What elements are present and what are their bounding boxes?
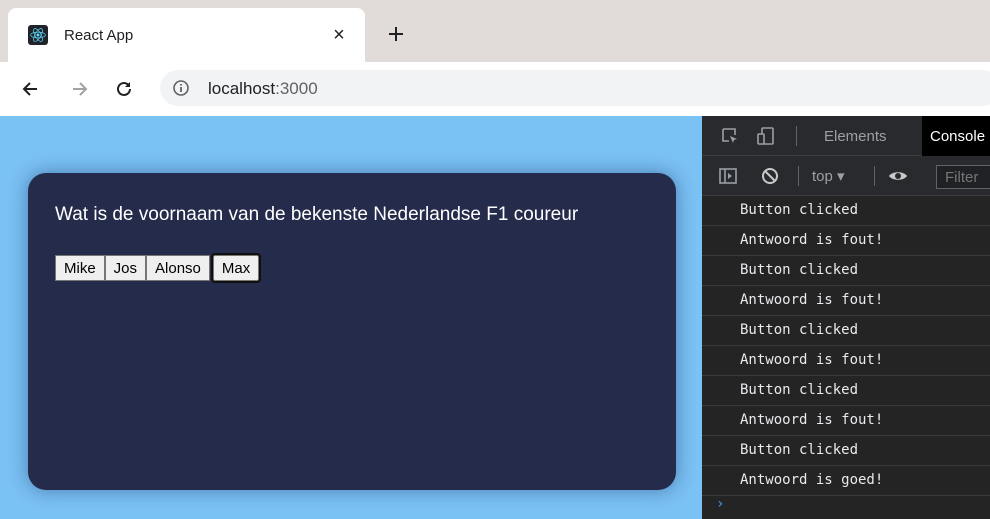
url-host: localhost bbox=[208, 79, 276, 98]
close-tab-icon[interactable]: × bbox=[326, 22, 352, 48]
answer-button-jos[interactable]: Jos bbox=[104, 255, 147, 281]
forward-arrow-icon[interactable] bbox=[66, 75, 94, 103]
answer-buttons: Mike Jos Alonso Max bbox=[55, 253, 262, 283]
devtools-separator bbox=[796, 126, 797, 146]
answer-button-alonso[interactable]: Alonso bbox=[146, 255, 210, 281]
context-selector[interactable]: top ▾ bbox=[812, 167, 845, 185]
console-message: Antwoord is fout! bbox=[702, 286, 990, 316]
back-arrow-icon[interactable] bbox=[16, 75, 44, 103]
quiz-question: Wat is de voornaam van de bekenste Neder… bbox=[55, 204, 579, 225]
console-message: Antwoord is fout! bbox=[702, 406, 990, 436]
url-text: localhost:3000 bbox=[208, 79, 318, 99]
tab-elements[interactable]: Elements bbox=[824, 128, 887, 145]
console-messages: Button clicked Antwoord is fout! Button … bbox=[702, 196, 990, 496]
device-toolbar-icon[interactable] bbox=[756, 126, 776, 146]
reload-icon[interactable] bbox=[110, 75, 138, 103]
console-message: Button clicked bbox=[702, 436, 990, 466]
browser-toolbar: localhost:3000 bbox=[0, 62, 990, 116]
console-message: Antwoord is fout! bbox=[702, 226, 990, 256]
devtools-panel: Elements Console top ▾ Button clicked An… bbox=[702, 116, 990, 519]
console-message: Button clicked bbox=[702, 316, 990, 346]
console-prompt-chevron-icon[interactable]: › bbox=[716, 496, 724, 512]
react-logo-icon bbox=[28, 25, 48, 45]
new-tab-plus-icon[interactable] bbox=[382, 20, 410, 48]
console-message: Antwoord is goed! bbox=[702, 466, 990, 496]
devtools-separator bbox=[798, 166, 799, 186]
address-bar[interactable]: localhost:3000 bbox=[160, 70, 990, 106]
answer-button-mike[interactable]: Mike bbox=[55, 255, 105, 281]
console-message: Button clicked bbox=[702, 376, 990, 406]
console-toolbar: top ▾ bbox=[702, 156, 990, 196]
url-port: :3000 bbox=[275, 79, 318, 98]
clear-console-icon[interactable] bbox=[760, 166, 780, 186]
devtools-separator bbox=[874, 166, 875, 186]
tab-title: React App bbox=[64, 27, 134, 44]
quiz-card: Wat is de voornaam van de bekenste Neder… bbox=[28, 173, 676, 490]
tab-console[interactable]: Console bbox=[922, 116, 990, 156]
eye-icon[interactable] bbox=[888, 166, 908, 186]
console-message: Button clicked bbox=[702, 256, 990, 286]
console-message: Button clicked bbox=[702, 196, 990, 226]
tab-strip: React App × bbox=[0, 0, 990, 62]
page-viewport: Wat is de voornaam van de bekenste Neder… bbox=[0, 116, 702, 519]
console-filter-input[interactable] bbox=[936, 165, 990, 189]
console-message: Antwoord is fout! bbox=[702, 346, 990, 376]
devtools-tabbar: Elements Console bbox=[702, 116, 990, 156]
answer-button-max[interactable]: Max bbox=[210, 253, 262, 283]
info-icon[interactable] bbox=[172, 79, 190, 97]
sidebar-toggle-icon[interactable] bbox=[718, 166, 738, 186]
inspect-element-icon[interactable] bbox=[720, 126, 740, 146]
browser-tab[interactable]: React App × bbox=[8, 8, 365, 62]
